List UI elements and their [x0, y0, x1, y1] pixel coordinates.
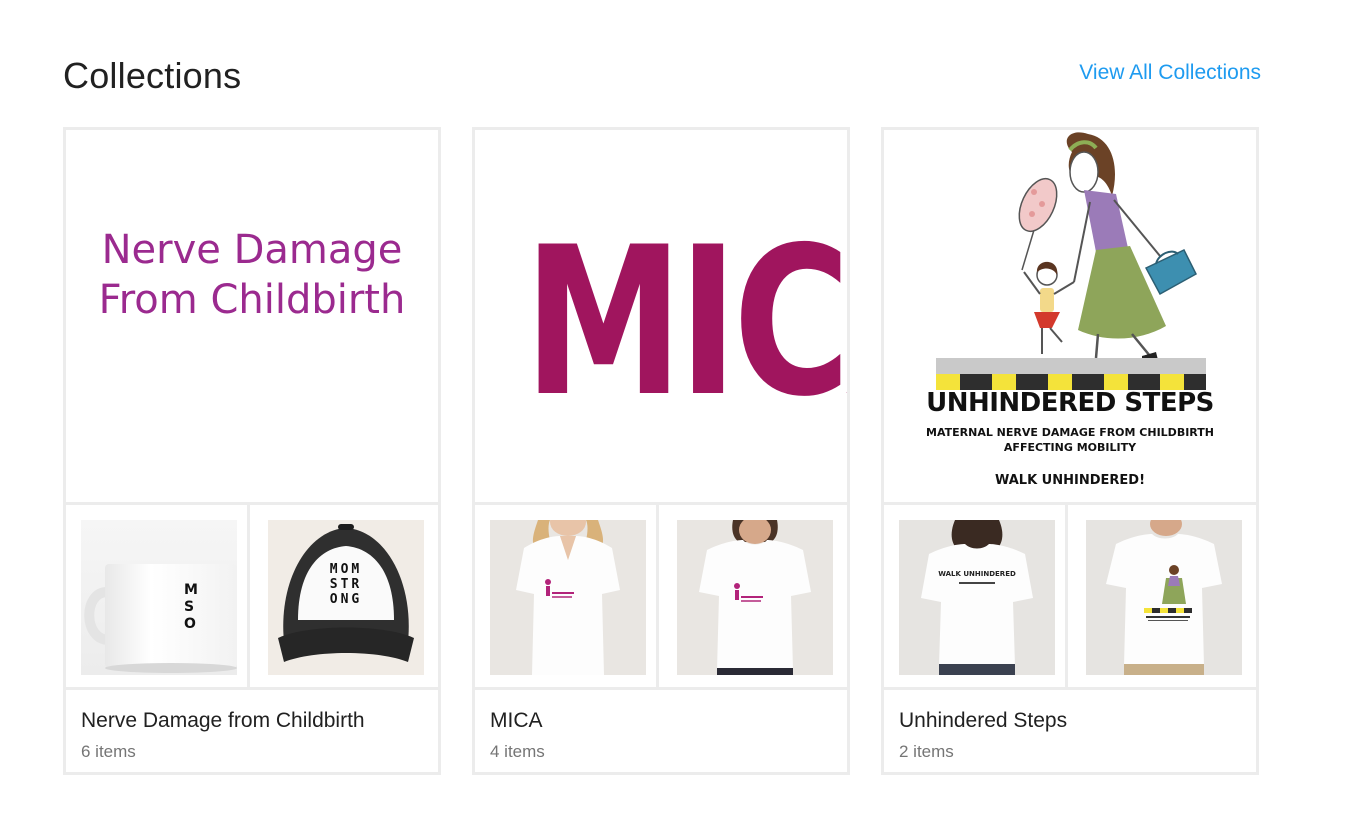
hero-subtitle-line-1: MATERNAL NERVE DAMAGE FROM CHILDBIRTH: [926, 426, 1214, 439]
kids-tshirt-image: [1086, 520, 1242, 675]
hero-subtitle-line-2: AFFECTING MOBILITY: [1003, 441, 1137, 454]
hero-text-line-1: Nerve Damage: [101, 227, 403, 273]
collection-hero-image[interactable]: MICA: [475, 130, 847, 505]
kids-tshirt-thumbnail[interactable]: [1086, 520, 1242, 675]
hero-text-line-2: From Childbirth: [98, 277, 406, 323]
mug-image: [81, 520, 237, 675]
thumbnail-cell[interactable]: MOM STR ONG: [253, 505, 438, 687]
mug-print-line-2: S: [184, 599, 195, 615]
collection-card-mica[interactable]: MICA: [472, 127, 850, 775]
view-all-collections-link[interactable]: View All Collections: [1079, 61, 1261, 85]
vneck-tshirt-image: [490, 520, 646, 675]
collection-info[interactable]: Nerve Damage from Childbirth 6 items: [66, 690, 438, 772]
crew-tshirt-image: [677, 520, 833, 675]
collection-info[interactable]: Unhindered Steps 2 items: [884, 690, 1256, 772]
collection-item-count: 2 items: [899, 742, 954, 761]
thumbnail-cell[interactable]: M S O: [66, 505, 250, 687]
collection-hero-image[interactable]: Nerve Damage From Childbirth: [66, 130, 438, 505]
hat-print-line-2: STR: [329, 577, 363, 592]
hero-text: MICA: [523, 204, 847, 442]
mug-print-line-3: O: [184, 616, 196, 632]
hat-print-line-3: ONG: [329, 592, 363, 607]
collection-name[interactable]: Unhindered Steps: [899, 709, 1067, 733]
collection-thumbnails: WALK UNHINDERED: [884, 505, 1256, 690]
collection-card-unhindered-steps[interactable]: UNHINDERED STEPS MATERNAL NERVE DAMAGE F…: [881, 127, 1259, 775]
thumbnail-cell[interactable]: [475, 505, 659, 687]
collection-name[interactable]: MICA: [490, 709, 543, 733]
collection-card-nerve-damage[interactable]: Nerve Damage From Childbirth M S O MOM S…: [63, 127, 441, 775]
vneck-tshirt-thumbnail[interactable]: [490, 520, 646, 675]
tshirt-back-image: [899, 520, 1055, 675]
hero-title: UNHINDERED STEPS: [926, 388, 1214, 418]
page-title: Collections: [63, 55, 242, 96]
mug-thumbnail[interactable]: M S O: [81, 520, 237, 675]
collection-item-count: 6 items: [81, 742, 136, 761]
crew-tshirt-thumbnail[interactable]: [677, 520, 833, 675]
mug-print-line-1: M: [184, 582, 198, 598]
collection-thumbnails: [475, 505, 847, 690]
hat-print-line-1: MOM: [329, 562, 363, 577]
hero-tagline: WALK UNHINDERED!: [994, 473, 1145, 488]
collection-info[interactable]: MICA 4 items: [475, 690, 847, 772]
thumbnail-cell[interactable]: [1071, 505, 1256, 687]
collection-name[interactable]: Nerve Damage from Childbirth: [81, 709, 365, 733]
trucker-hat-thumbnail[interactable]: MOM STR ONG: [268, 520, 424, 675]
tshirt-back-thumbnail[interactable]: WALK UNHINDERED: [899, 520, 1055, 675]
collection-item-count: 4 items: [490, 742, 545, 761]
thumbnail-cell[interactable]: [662, 505, 847, 687]
tshirt-back-print: WALK UNHINDERED: [938, 570, 1016, 578]
collection-thumbnails: M S O MOM STR ONG: [66, 505, 438, 690]
collection-hero-image[interactable]: UNHINDERED STEPS MATERNAL NERVE DAMAGE F…: [884, 130, 1256, 505]
collections-header: Collections View All Collections: [63, 52, 1261, 102]
thumbnail-cell[interactable]: WALK UNHINDERED: [884, 505, 1068, 687]
